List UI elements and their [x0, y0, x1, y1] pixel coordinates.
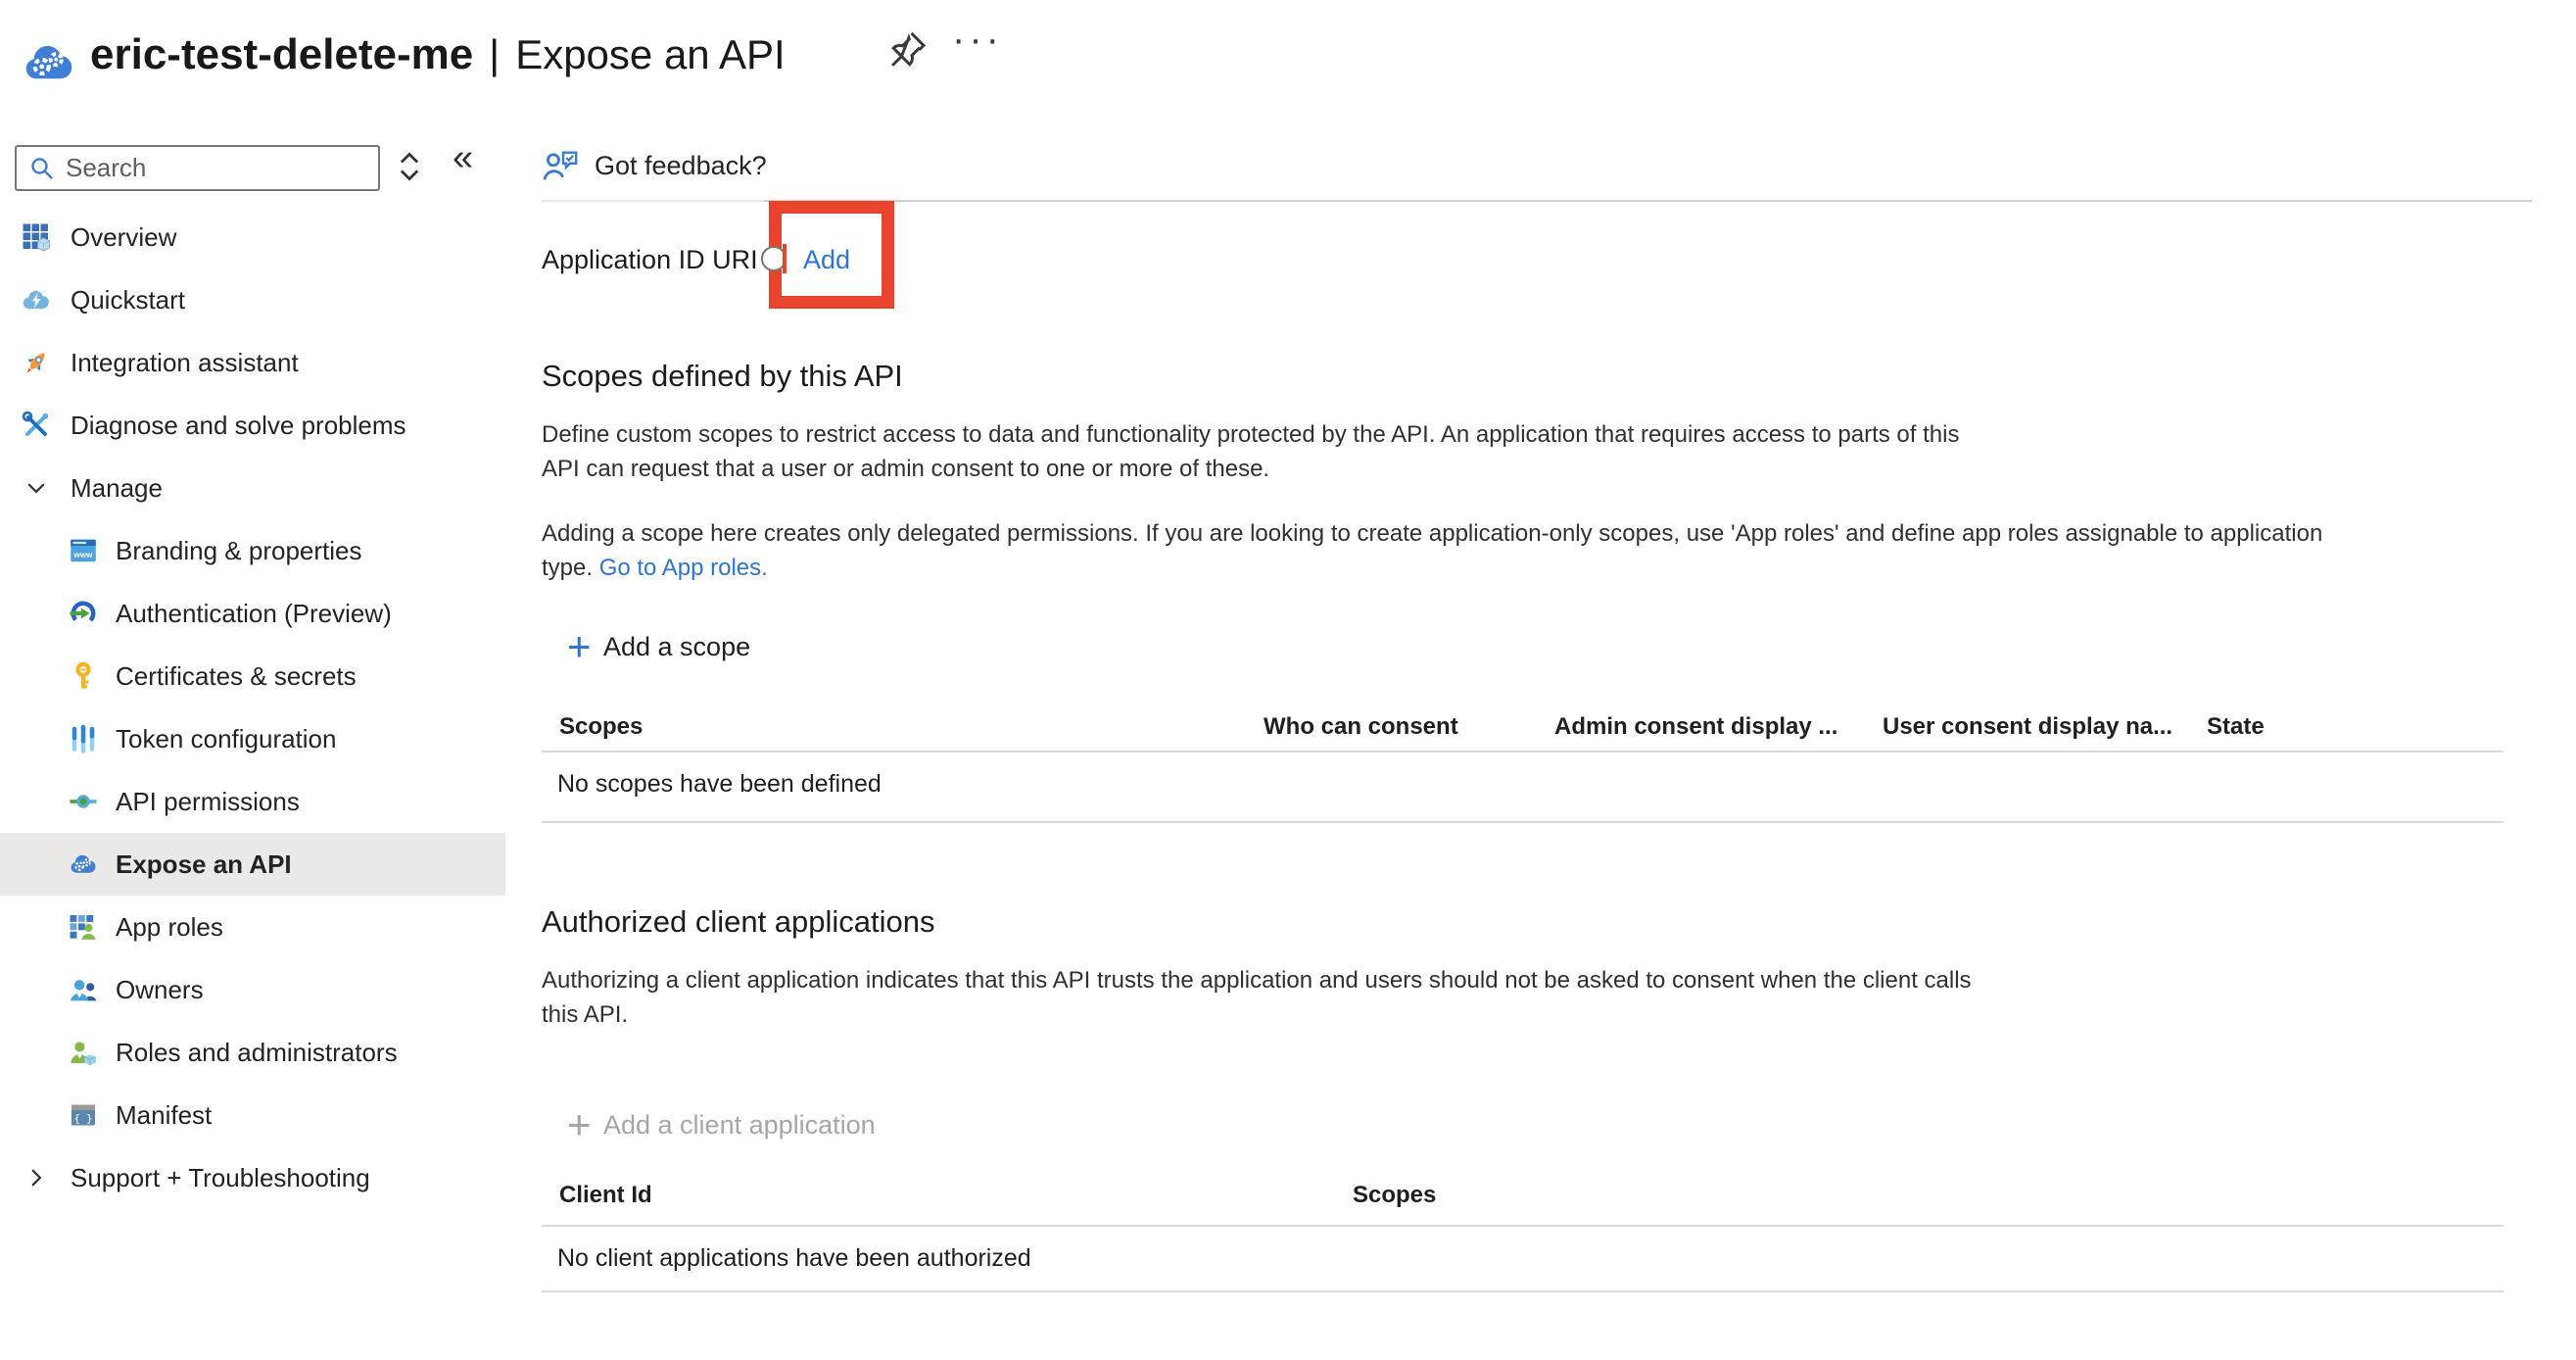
sidebar-item-label: Token configuration: [116, 724, 336, 754]
sidebar-item-label: Owners: [116, 975, 204, 1005]
page-header: eric-test-delete-me | Expose an API ···: [0, 0, 2576, 108]
sidebar-item-integration-assistant[interactable]: Integration assistant: [0, 331, 505, 394]
sidebar-item-label: Manage: [71, 473, 163, 504]
search-icon: [28, 155, 56, 182]
sidebar-item-label: Quickstart: [71, 285, 185, 316]
chevron-down-icon: [24, 475, 49, 501]
sidebar-item-label: Roles and administrators: [116, 1038, 398, 1068]
sidebar-nav: Overview Quickstart Integration assistant D…: [0, 206, 505, 1209]
column-header-scopes[interactable]: Scopes: [559, 712, 643, 742]
clients-empty-message: No client applications have been authori…: [557, 1243, 1031, 1273]
sidebar-item-support-troubleshooting[interactable]: Support + Troubleshooting: [0, 1146, 505, 1209]
sidebar-item-label: Overview: [71, 222, 176, 253]
table-divider: [542, 821, 2504, 823]
blade-name: Expose an API: [515, 31, 786, 78]
sidebar: « Overview Quickstart Integration assistan…: [0, 108, 505, 1360]
token-configuration-icon: [69, 724, 98, 753]
roles-administrators-icon: [69, 1038, 98, 1067]
plus-icon: +: [567, 623, 592, 670]
scopes-empty-message: No scopes have been defined: [557, 769, 882, 799]
clients-description: Authorizing a client application indicat…: [542, 963, 1972, 1032]
annotation-red-stem: [783, 244, 787, 273]
sidebar-item-roles-and-administrators[interactable]: Roles and administrators: [0, 1021, 505, 1084]
sidebar-item-authentication-preview[interactable]: Authentication (Preview): [0, 582, 505, 645]
sidebar-item-label: App roles: [116, 912, 223, 943]
quickstart-icon: [22, 285, 51, 315]
sidebar-item-label: Authentication (Preview): [116, 599, 392, 629]
column-header-state[interactable]: State: [2207, 712, 2265, 742]
go-to-app-roles-link[interactable]: Go to App roles.: [599, 555, 768, 581]
svg-text:{ }: { }: [74, 1113, 93, 1125]
sidebar-item-diagnose-and-solve-problems[interactable]: Diagnose and solve problems: [0, 394, 505, 457]
scopes-description: Define custom scopes to restrict access …: [542, 417, 1959, 486]
sidebar-search: [15, 145, 380, 191]
sidebar-item-branding-properties[interactable]: www Branding & properties: [0, 519, 505, 582]
api-permissions-icon: [69, 787, 98, 816]
scopes-note: Adding a scope here creates only delegat…: [542, 516, 2322, 585]
expose-api-icon: [69, 850, 98, 879]
toolbar-divider: [764, 200, 2532, 202]
table-divider: [542, 1290, 2504, 1292]
column-header-who-can-consent[interactable]: Who can consent: [1264, 712, 1458, 742]
sidebar-item-manifest[interactable]: { } Manifest: [0, 1084, 505, 1146]
sidebar-item-label: Certificates & secrets: [116, 661, 357, 692]
sidebar-item-label: Branding & properties: [116, 536, 361, 566]
sidebar-item-label: Manifest: [116, 1100, 212, 1131]
more-options-icon[interactable]: ···: [952, 18, 1003, 62]
title-separator: |: [489, 31, 500, 78]
sidebar-item-overview[interactable]: Overview: [0, 206, 505, 268]
add-application-id-uri-link[interactable]: Add: [803, 243, 850, 276]
column-header-client-scopes[interactable]: Scopes: [1353, 1181, 1436, 1210]
sidebar-item-label: Integration assistant: [71, 348, 299, 378]
diagnose-icon: [22, 411, 51, 440]
column-header-user-consent-display[interactable]: User consent display na...: [1883, 712, 2172, 742]
column-header-client-id[interactable]: Client Id: [559, 1181, 652, 1210]
svg-text:www: www: [73, 551, 94, 559]
got-feedback-label: Got feedback?: [595, 151, 767, 181]
app-roles-icon: [69, 912, 98, 942]
branding-icon: www: [69, 536, 98, 565]
sidebar-item-api-permissions[interactable]: API permissions: [0, 770, 505, 833]
certificates-icon: [69, 661, 98, 691]
column-header-admin-consent-display[interactable]: Admin consent display ...: [1554, 712, 1837, 742]
page-title: eric-test-delete-me | Expose an API: [90, 25, 786, 84]
toolbar-divider: [542, 200, 764, 202]
app-cloud-gears-icon: [22, 35, 76, 90]
chevron-right-icon: [24, 1165, 49, 1190]
manifest-icon: { }: [69, 1100, 98, 1130]
integration-assistant-icon: [22, 348, 51, 377]
sidebar-item-label: Support + Troubleshooting: [71, 1163, 370, 1193]
collapse-sidebar-icon[interactable]: «: [453, 137, 473, 179]
resize-diamond-icon[interactable]: [392, 149, 431, 188]
scopes-section-title: Scopes defined by this API: [542, 356, 903, 397]
table-divider: [542, 751, 2504, 753]
sidebar-item-manage[interactable]: Manage: [0, 457, 505, 519]
table-divider: [542, 1225, 2504, 1227]
feedback-person-bubble-icon: [542, 147, 579, 184]
sidebar-item-token-configuration[interactable]: Token configuration: [0, 707, 505, 770]
sidebar-item-expose-an-api[interactable]: Expose an API: [0, 833, 505, 896]
authentication-icon: [69, 599, 98, 628]
sidebar-item-quickstart[interactable]: Quickstart: [0, 268, 505, 331]
sidebar-item-label: Expose an API: [116, 850, 292, 880]
sidebar-item-owners[interactable]: Owners: [0, 958, 505, 1021]
pin-icon[interactable]: [884, 27, 930, 73]
got-feedback-button[interactable]: Got feedback?: [542, 146, 767, 185]
sidebar-item-certificates-secrets[interactable]: Certificates & secrets: [0, 645, 505, 707]
sidebar-item-label: API permissions: [116, 787, 300, 817]
sidebar-item-app-roles[interactable]: App roles: [0, 896, 505, 958]
main-content: Got feedback? Application ID URI Add Sco…: [542, 108, 2576, 1360]
clients-section-title: Authorized client applications: [542, 901, 935, 943]
sidebar-item-label: Diagnose and solve problems: [71, 411, 406, 441]
azure-portal-page: eric-test-delete-me | Expose an API ··· …: [0, 0, 2576, 1360]
overview-icon: [22, 222, 51, 252]
search-input[interactable]: [64, 152, 378, 184]
plus-icon: +: [567, 1101, 592, 1148]
application-id-uri-label: Application ID URI: [542, 243, 758, 276]
owners-icon: [69, 975, 98, 1004]
app-name: eric-test-delete-me: [90, 30, 473, 79]
